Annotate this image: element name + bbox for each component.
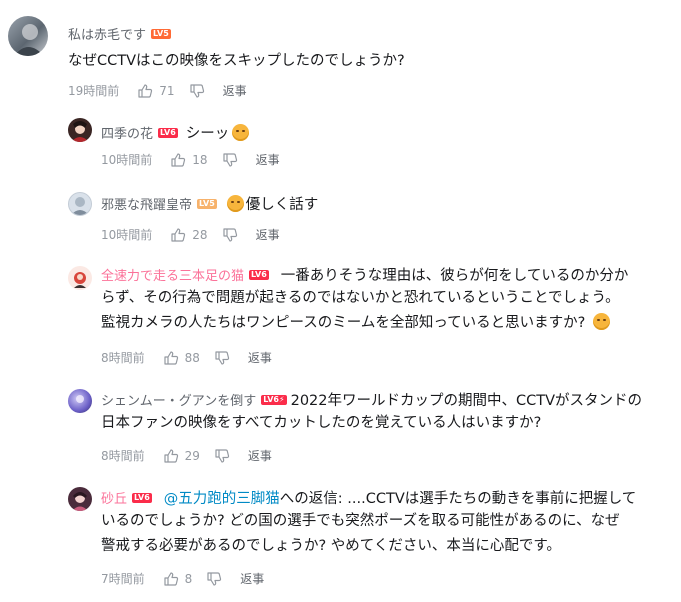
emoji-icon <box>226 195 244 212</box>
avatar[interactable] <box>68 118 92 142</box>
dislike-button[interactable] <box>214 448 230 464</box>
level-badge: LV5 <box>151 28 171 39</box>
timestamp: 19時間前 <box>68 84 120 98</box>
dislike-button[interactable] <box>222 152 238 168</box>
dislike-button[interactable] <box>214 350 230 366</box>
thumbs-down-icon <box>222 152 237 167</box>
avatar[interactable] <box>68 192 92 216</box>
timestamp: 8時間前 <box>101 449 145 463</box>
level-badge: LV6 <box>158 127 178 138</box>
like-count: 88 <box>184 350 200 365</box>
thumbs-up-icon <box>138 83 153 98</box>
reply-button[interactable]: 返事 <box>248 447 272 464</box>
timestamp: 10時間前 <box>101 228 153 242</box>
reply-button[interactable]: 返事 <box>256 226 280 243</box>
like-count: 71 <box>159 83 175 98</box>
avatar[interactable] <box>68 389 92 413</box>
comment-text-line-1: ....CCTVは選手たちの動きを事前に把握して <box>347 491 637 507</box>
avatar-image-icon <box>76 395 84 403</box>
reply-button[interactable]: 返事 <box>256 151 280 168</box>
like-button[interactable]: 71 <box>137 83 175 99</box>
username[interactable]: 全速力で走る三本足の猫 <box>101 265 244 284</box>
avatar-image-icon <box>74 272 86 288</box>
comment-text: 優しく話す <box>245 197 319 213</box>
username[interactable]: 砂丘 <box>101 488 127 507</box>
thumbs-down-icon <box>189 83 204 98</box>
comment-text-line-1: 一番ありそうな理由は、彼らが何をしているのか分か <box>280 268 629 284</box>
level-badge: LV5 <box>197 198 217 209</box>
like-button[interactable]: 8 <box>163 571 193 587</box>
thumbs-down-icon <box>207 571 222 586</box>
reply-button[interactable]: 返事 <box>248 349 272 366</box>
username[interactable]: 邪悪な飛躍皇帝 <box>101 194 192 213</box>
level-badge: LV6 <box>132 492 152 503</box>
thumbs-up-icon <box>171 227 186 242</box>
timestamp: 10時間前 <box>101 153 153 167</box>
comment-text-line-2: 日本ファンの映像をすべてカットしたのを覚えている人はいますか? <box>101 415 542 431</box>
comment-text: シーッ <box>185 126 230 142</box>
reply-button[interactable]: 返事 <box>240 570 264 587</box>
mention-link[interactable]: @五力跑的三脚猫 <box>164 491 280 507</box>
like-button[interactable]: 18 <box>170 152 208 168</box>
reply-prefix: への返信: <box>279 491 343 507</box>
thumbs-up-icon <box>164 350 178 365</box>
thumbs-up-icon <box>164 571 178 586</box>
comment-text-line-2: いるのでしょうか? どの国の選手でも突然ポーズを取る可能性があるのに、なぜ <box>101 513 620 529</box>
like-button[interactable]: 29 <box>163 448 200 464</box>
timestamp: 7時間前 <box>101 572 145 586</box>
like-button[interactable]: 88 <box>163 350 200 366</box>
timestamp: 8時間前 <box>101 351 145 365</box>
thumbs-down-icon <box>222 227 237 242</box>
avatar-image-icon <box>14 24 44 56</box>
level-badge: LV6⚡ <box>261 394 287 405</box>
username[interactable]: 四季の花 <box>101 123 153 142</box>
like-count: 18 <box>192 152 208 167</box>
comment-text-line-3: 警戒する必要があるのでしょうか? やめてください、本当に心配です。 <box>101 538 561 554</box>
comment-text-line-3: 監視カメラの人たちはワンピースのミームを全部知っていると思いますか? <box>101 315 586 331</box>
thumbs-up-icon <box>171 152 186 167</box>
emoji-icon <box>592 313 610 330</box>
reply-header: @五力跑的三脚猫への返信: ....CCTVは選手たちの動きを事前に把握して <box>164 487 637 508</box>
comment-text-line-1: 2022年ワールドカップの期間中、CCTVがスタンドの <box>290 393 643 409</box>
avatar-image-icon <box>71 197 89 215</box>
level-badge: LV6 <box>249 269 269 280</box>
comment-text: なぜCCTVはこの映像をスキップしたのでしょうか? <box>68 53 405 69</box>
thumbs-up-icon <box>164 448 178 463</box>
like-count: 28 <box>192 227 208 242</box>
avatar-image-icon <box>71 121 89 142</box>
avatar[interactable] <box>68 487 92 511</box>
dislike-button[interactable] <box>222 227 238 243</box>
like-button[interactable]: 28 <box>170 227 208 243</box>
thumbs-down-icon <box>215 350 230 365</box>
comment-text-line-2: らず、その行為で問題が起きるのではないかと恐れているということでしょう。 <box>101 290 620 306</box>
thumbs-down-icon <box>215 448 230 463</box>
reply-button[interactable]: 返事 <box>223 82 247 99</box>
dislike-button[interactable] <box>189 83 205 99</box>
avatar-image-icon <box>72 492 88 511</box>
dislike-button[interactable] <box>206 571 222 587</box>
like-count: 8 <box>184 571 193 586</box>
avatar[interactable] <box>68 266 92 290</box>
avatar[interactable] <box>8 16 48 56</box>
username[interactable]: 私は赤毛です <box>68 24 146 43</box>
emoji-icon <box>232 124 250 141</box>
username[interactable]: シェンムー・グアンを倒す <box>101 390 256 409</box>
like-count: 29 <box>184 448 200 463</box>
